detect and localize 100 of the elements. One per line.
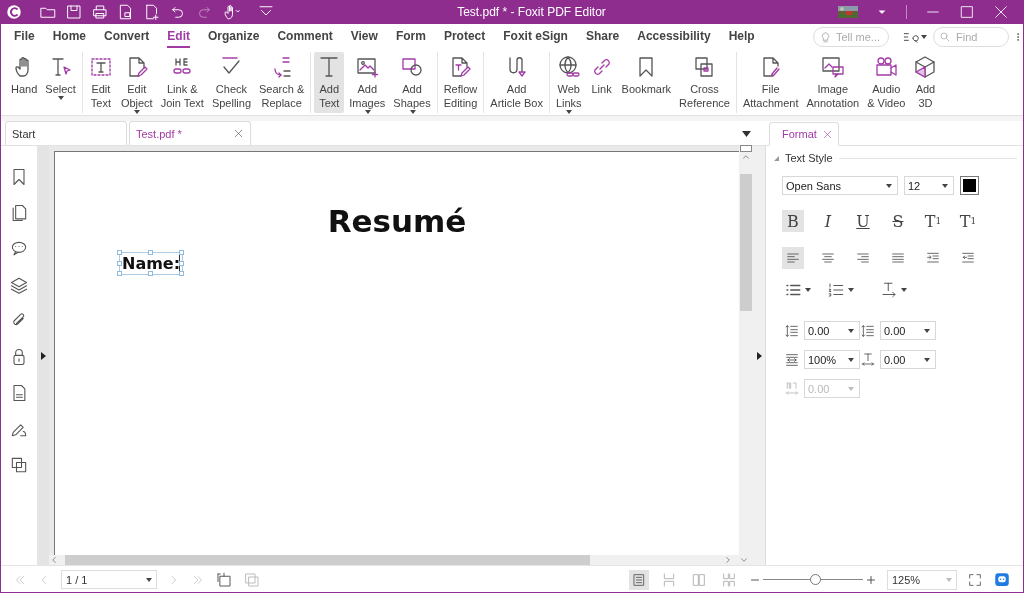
zoom-in-icon[interactable]: [865, 573, 877, 586]
zoom-field[interactable]: 125%: [887, 569, 957, 590]
document-tab[interactable]: Start: [5, 121, 127, 145]
ribbon-button[interactable]: File Attachment: [739, 52, 802, 113]
tab-label: Start: [12, 127, 36, 140]
cube-icon: [913, 55, 938, 79]
resize-handle[interactable]: [148, 271, 154, 276]
spacing-dropdown[interactable]: 0.00: [880, 350, 936, 369]
ribbon-button[interactable]: Select: [42, 52, 79, 113]
text-direction-button[interactable]: [880, 281, 907, 299]
text-style-button[interactable]: I: [817, 210, 839, 232]
ribbon-button[interactable]: Add Text: [314, 52, 345, 113]
tab-label: Test.pdf *: [136, 127, 182, 140]
document-tab[interactable]: Test.pdf *: [129, 121, 251, 145]
resize-handle[interactable]: [148, 250, 154, 255]
text-box-icon: [88, 55, 113, 79]
chevron-right-icon[interactable]: [723, 555, 733, 565]
ribbon-button[interactable]: Check Spelling: [208, 52, 255, 113]
collapse-triangle-icon[interactable]: [774, 155, 779, 161]
close-icon[interactable]: [233, 128, 244, 139]
video-camera-icon: [874, 55, 899, 79]
align-right-icon: [855, 250, 871, 266]
two-page-continuous-icon: [721, 571, 737, 588]
tab-label: Format: [782, 128, 817, 140]
ribbon-button[interactable]: Add 3D: [910, 52, 941, 113]
ribbon-button[interactable]: Bookmark: [618, 52, 675, 113]
menu-tab[interactable]: Foxit eSign: [503, 26, 568, 48]
numbered-list-icon: [827, 281, 845, 299]
menu-tab[interactable]: Organize: [208, 26, 260, 48]
save-icon[interactable]: [65, 3, 83, 21]
ribbon-button[interactable]: Link: [586, 52, 617, 113]
fullscreen-icon[interactable]: [967, 571, 983, 588]
ribbon-button[interactable]: Cross Reference: [676, 52, 733, 113]
view-mode-button[interactable]: [629, 569, 649, 590]
tell-me-field[interactable]: Tell me...: [813, 27, 889, 47]
page-rotate-icon[interactable]: [215, 570, 233, 589]
ribbon-button[interactable]: Add Article Box: [487, 52, 546, 113]
maximize-icon[interactable]: [959, 4, 975, 20]
text-color-swatch[interactable]: [960, 176, 979, 195]
align-left-icon: [785, 250, 801, 266]
close-icon[interactable]: [993, 4, 1009, 20]
chevron-left-icon[interactable]: [49, 555, 59, 565]
justify-icon: [890, 250, 906, 266]
horizontal-scrollbar[interactable]: [49, 555, 739, 565]
menu-tab[interactable]: Home: [52, 26, 86, 48]
page-number-field[interactable]: 1 / 1: [61, 570, 157, 589]
document-heading: Resumé: [326, 203, 468, 239]
search-icon: [939, 31, 951, 43]
ribbon-button[interactable]: Edit Text: [85, 52, 116, 113]
ribbon-button[interactable]: Link & Join Text: [157, 52, 207, 113]
text-style-button[interactable]: B: [782, 210, 804, 232]
text-style-button[interactable]: T$^{1}$: [922, 210, 944, 232]
ribbon-button[interactable]: Hand: [8, 52, 41, 113]
text-style-button[interactable]: U: [852, 210, 874, 232]
numbered-list-button[interactable]: [827, 281, 854, 299]
new-page-icon[interactable]: [143, 3, 161, 21]
menu-tab[interactable]: Accessibility: [637, 26, 711, 48]
section-title: Text Style: [785, 152, 833, 164]
chevron-up-icon[interactable]: [741, 152, 751, 162]
layers-icon[interactable]: [9, 275, 29, 295]
image-icon: [355, 55, 380, 79]
chat-bubble-icon[interactable]: [993, 570, 1011, 589]
menu-tab[interactable]: Convert: [104, 26, 150, 48]
compare-pages-icon[interactable]: [9, 455, 29, 475]
menu-tab[interactable]: Comment: [277, 26, 333, 48]
font-size-dropdown[interactable]: 12: [904, 176, 954, 195]
ribbon-button[interactable]: Image Annotation: [803, 52, 863, 113]
spacing-dropdown[interactable]: 0.00: [804, 321, 860, 340]
ribbon-button[interactable]: Reflow Editing: [440, 52, 481, 113]
align-center-icon: [820, 250, 836, 266]
spacing-dropdown[interactable]: 0.00: [880, 321, 936, 340]
split-handle[interactable]: [740, 145, 752, 152]
close-icon[interactable]: [822, 128, 833, 140]
align-button[interactable]: [782, 247, 804, 269]
caret-icon[interactable]: [742, 131, 751, 137]
menu-tab[interactable]: Form: [395, 26, 426, 48]
panel-tab[interactable]: Format: [769, 122, 839, 146]
menu-tab[interactable]: Help: [728, 26, 755, 48]
globe-icon: [556, 55, 581, 79]
menu-tab[interactable]: Edit: [167, 26, 191, 48]
text-style-button[interactable]: S: [887, 210, 909, 232]
two-page-icon: [691, 571, 707, 588]
slider-thumb[interactable]: [810, 573, 821, 585]
menu-tab[interactable]: File: [14, 26, 35, 48]
menu-tab[interactable]: View: [350, 26, 378, 48]
ribbon-button[interactable]: Search & Replace: [256, 52, 308, 113]
menu-tab[interactable]: Share: [585, 26, 620, 48]
printer-icon[interactable]: [91, 3, 109, 21]
scale-icon: [784, 351, 800, 368]
spacing-dropdown[interactable]: 100%: [804, 350, 860, 369]
find-field[interactable]: Find: [933, 27, 1009, 47]
app-logo-icon: [5, 3, 23, 21]
expand-arrow-icon[interactable]: [756, 351, 762, 360]
paragraph-spacing-icon: [860, 322, 876, 339]
char-spacing-icon: [784, 380, 800, 397]
ribbon-button[interactable]: Audio & Video: [864, 52, 909, 113]
hand-icon[interactable]: [221, 3, 241, 21]
font-dropdown[interactable]: Open Sans: [782, 176, 898, 195]
menu-tab[interactable]: Protect: [443, 26, 486, 48]
continuous-page-icon: [661, 571, 677, 588]
